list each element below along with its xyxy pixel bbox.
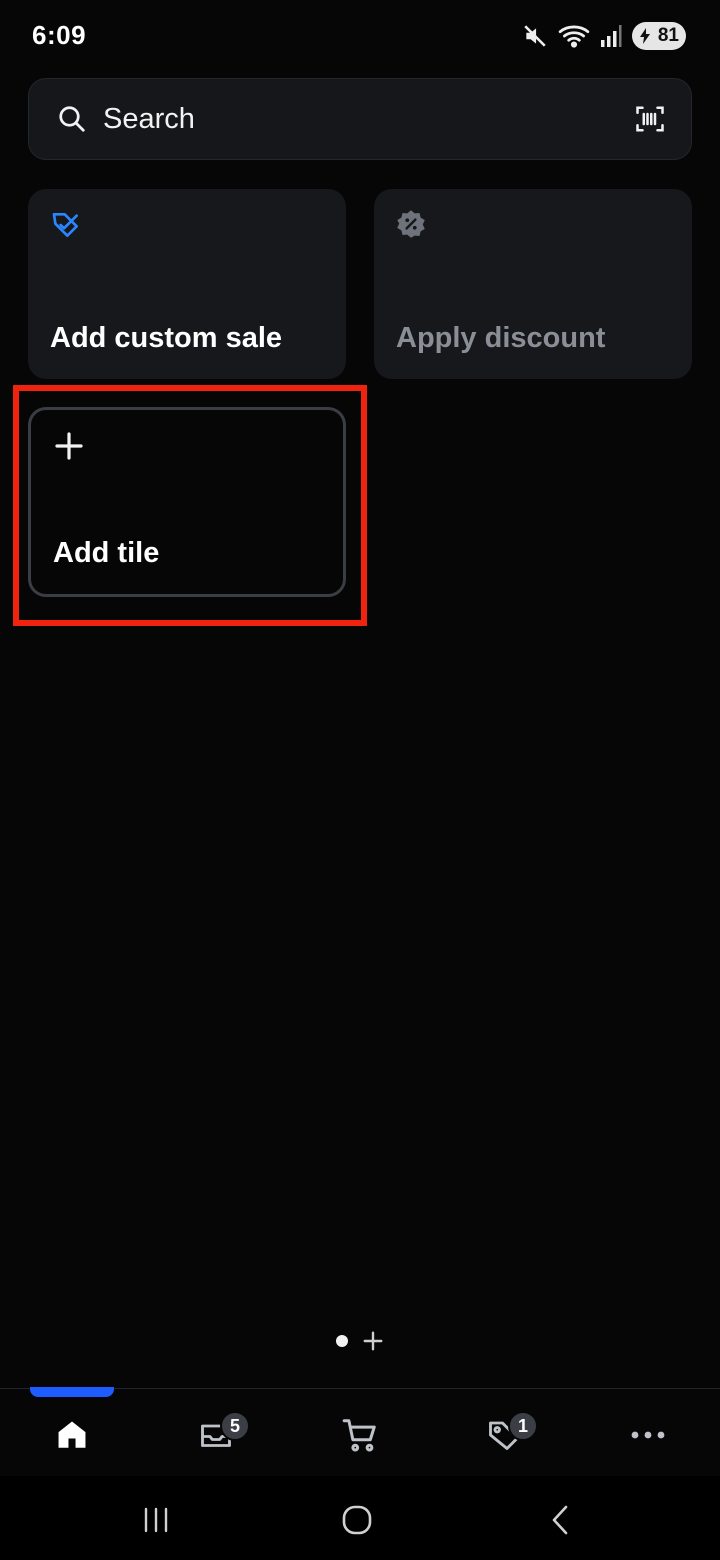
add-custom-sale-tile[interactable]: Add custom sale <box>28 189 346 379</box>
plus-icon <box>55 432 83 460</box>
status-bar: 6:09 81 <box>0 0 720 72</box>
battery-icon: 81 <box>632 22 686 50</box>
cart-icon <box>342 1419 376 1452</box>
status-icons: 81 <box>522 20 686 52</box>
nav-orders[interactable]: 5 <box>176 1403 256 1467</box>
search-bar[interactable]: Search <box>28 78 692 160</box>
barcode-scan-icon[interactable] <box>635 104 665 134</box>
home-system-button[interactable] <box>327 1500 387 1540</box>
screen: 6:09 81 Search Add custom sale Apply dis… <box>0 0 720 1560</box>
battery-level: 81 <box>657 25 679 46</box>
tile-label: Add tile <box>53 537 160 569</box>
add-page-plus-icon[interactable] <box>362 1330 384 1352</box>
nav-home[interactable] <box>32 1403 112 1467</box>
signal-icon <box>601 25 622 47</box>
charging-bolt-icon <box>640 28 650 44</box>
search-label: Search <box>103 102 195 135</box>
more-icon <box>631 1431 665 1439</box>
bottom-nav: 5 1 <box>0 1387 720 1476</box>
home-icon <box>58 1421 86 1448</box>
nav-more[interactable] <box>608 1403 688 1467</box>
nav-cart[interactable] <box>320 1403 400 1467</box>
active-tab-indicator <box>30 1387 114 1397</box>
page-indicator <box>336 1330 384 1352</box>
back-chevron-icon <box>552 1505 568 1535</box>
discount-badge-icon <box>397 210 425 238</box>
discounts-badge: 1 <box>508 1411 538 1441</box>
status-time: 6:09 <box>32 20 87 50</box>
back-button[interactable] <box>530 1500 590 1540</box>
system-nav-bar <box>0 1476 720 1560</box>
add-tile-button[interactable]: Add tile <box>28 407 346 597</box>
recent-apps-button[interactable] <box>126 1500 186 1540</box>
page-dot-active[interactable] <box>336 1335 348 1347</box>
apply-discount-tile[interactable]: Apply discount <box>374 189 692 379</box>
home-circle-icon <box>342 1505 372 1535</box>
orders-badge: 5 <box>220 1411 250 1441</box>
recent-apps-icon <box>144 1507 168 1533</box>
tile-label: Add custom sale <box>50 322 283 354</box>
tag-edit-icon <box>52 213 78 237</box>
mute-icon <box>524 25 546 47</box>
nav-discounts[interactable]: 1 <box>464 1403 544 1467</box>
search-icon <box>59 106 85 132</box>
tile-label: Apply discount <box>396 322 606 354</box>
wifi-icon <box>558 25 590 48</box>
